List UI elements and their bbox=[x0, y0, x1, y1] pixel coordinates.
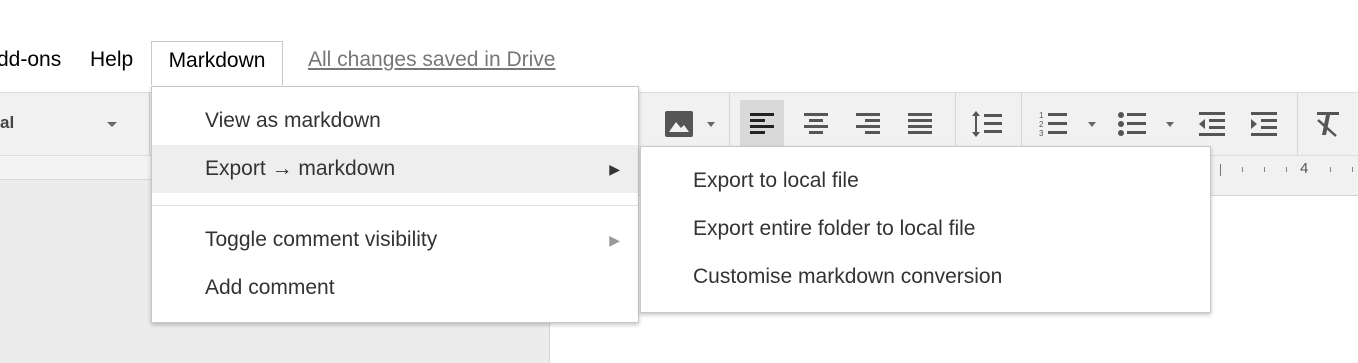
increase-indent-button[interactable] bbox=[1242, 100, 1286, 148]
menu-addons[interactable]: dd-ons bbox=[0, 40, 61, 84]
increase-indent-icon bbox=[1251, 112, 1277, 136]
submenu-arrow-icon: ▶ bbox=[609, 161, 620, 177]
export-submenu: Export to local file Export entire folde… bbox=[640, 146, 1211, 313]
svg-text:2: 2 bbox=[1039, 120, 1044, 129]
menu-markdown[interactable]: Markdown bbox=[151, 41, 283, 85]
image-icon bbox=[665, 111, 693, 137]
ruler-number: 4 bbox=[1300, 160, 1309, 177]
bulleted-list-button[interactable] bbox=[1110, 100, 1154, 148]
align-left-button[interactable] bbox=[740, 100, 784, 148]
clear-formatting-icon bbox=[1317, 112, 1339, 137]
submenu-item-customise-conversion[interactable]: Customise markdown conversion bbox=[641, 253, 1210, 301]
chevron-down-icon[interactable] bbox=[707, 122, 715, 127]
submenu-item-export-folder[interactable]: Export entire folder to local file bbox=[641, 205, 1210, 253]
svg-text:1: 1 bbox=[1039, 111, 1044, 120]
toolbar-divider bbox=[149, 93, 150, 155]
save-status-link[interactable]: All changes saved in Drive bbox=[308, 42, 555, 78]
menu-item-add-comment[interactable]: Add comment bbox=[152, 264, 638, 312]
toolbar-divider bbox=[1297, 93, 1298, 155]
line-spacing-button[interactable] bbox=[965, 100, 1009, 148]
menu-item-label: Export → markdown bbox=[205, 157, 396, 180]
menu-divider bbox=[152, 205, 638, 206]
align-justify-button[interactable] bbox=[898, 100, 942, 148]
align-center-button[interactable] bbox=[794, 100, 838, 148]
font-select-value: al bbox=[0, 113, 15, 132]
svg-text:3: 3 bbox=[1039, 129, 1044, 137]
align-right-icon bbox=[856, 113, 880, 134]
line-spacing-icon bbox=[972, 111, 1002, 137]
align-right-button[interactable] bbox=[846, 100, 890, 148]
align-left-icon bbox=[750, 113, 774, 134]
menu-item-view-as-markdown[interactable]: View as markdown bbox=[152, 97, 638, 145]
decrease-indent-button[interactable] bbox=[1190, 100, 1234, 148]
submenu-item-export-local-file[interactable]: Export to local file bbox=[641, 157, 1210, 205]
menu-help[interactable]: Help bbox=[90, 40, 133, 84]
numbered-list-icon: 1 2 3 bbox=[1039, 111, 1067, 137]
menu-bar: dd-ons Help Markdown All changes saved i… bbox=[0, 40, 1358, 85]
clear-formatting-button[interactable] bbox=[1306, 100, 1350, 148]
align-justify-icon bbox=[908, 113, 932, 134]
align-center-icon bbox=[804, 113, 828, 134]
decrease-indent-icon bbox=[1199, 112, 1225, 136]
chevron-down-icon[interactable] bbox=[1166, 122, 1174, 127]
menu-item-toggle-comment-visibility[interactable]: Toggle comment visibility ▶ bbox=[152, 216, 638, 264]
markdown-menu: View as markdown Export → markdown ▶ Tog… bbox=[151, 86, 639, 323]
menu-item-label: View as markdown bbox=[205, 109, 381, 132]
menu-item-label: Toggle comment visibility bbox=[205, 228, 438, 251]
font-select[interactable]: al bbox=[0, 93, 135, 155]
chevron-down-icon bbox=[107, 122, 117, 127]
menu-item-export-markdown[interactable]: Export → markdown ▶ bbox=[152, 145, 638, 193]
insert-image-button[interactable] bbox=[657, 100, 701, 148]
chevron-down-icon[interactable] bbox=[1088, 122, 1096, 127]
numbered-list-button[interactable]: 1 2 3 bbox=[1031, 100, 1075, 148]
menu-item-label: Add comment bbox=[205, 276, 335, 299]
bulleted-list-icon bbox=[1118, 112, 1146, 136]
submenu-arrow-icon: ▶ bbox=[609, 232, 620, 248]
